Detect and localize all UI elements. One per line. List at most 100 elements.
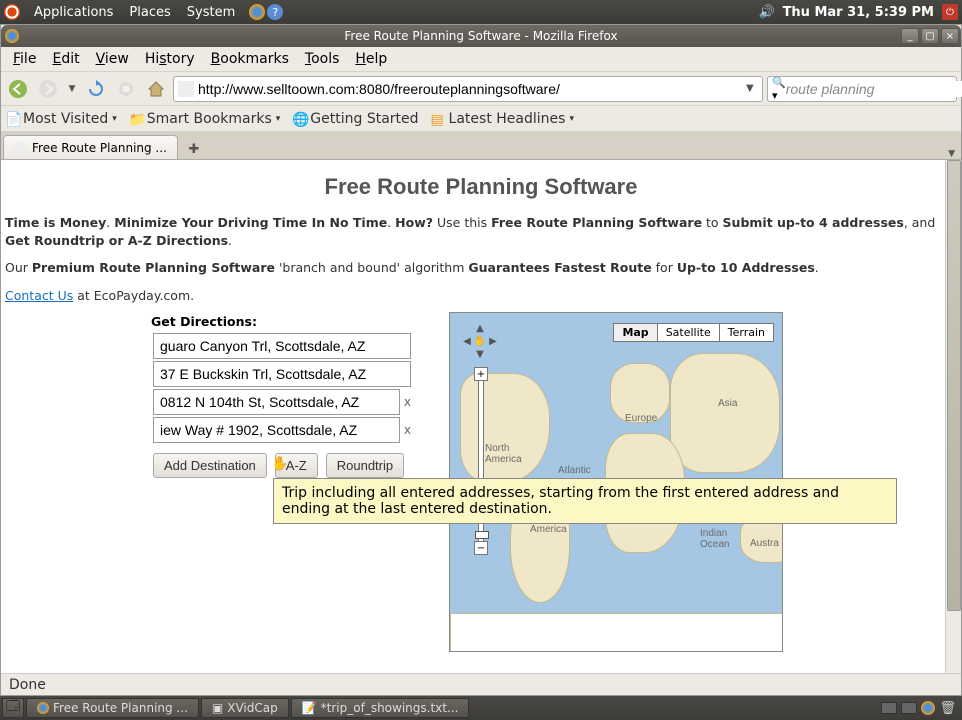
titlebar: Free Route Planning Software - Mozilla F… [1,25,961,47]
task-xvidcap[interactable]: ▣XVidCap [201,698,289,718]
text-editor-icon: 📝 [302,701,317,715]
zoom-handle[interactable] [475,531,489,539]
menu-help[interactable]: Help [347,49,395,69]
gnome-menu-applications[interactable]: Applications [26,5,121,20]
gnome-menu-places[interactable]: Places [121,5,178,20]
remove-address-4[interactable]: x [404,423,411,437]
menu-view[interactable]: View [88,49,137,69]
search-input[interactable] [786,81,962,97]
firefox-window: Free Route Planning Software - Mozilla F… [0,24,962,696]
pan-up-icon[interactable]: ▲ [473,321,487,335]
search-engine-icon[interactable]: 🔍▾ [772,81,786,97]
back-button[interactable] [5,76,31,102]
tooltip: Trip including all entered addresses, st… [273,478,897,524]
tabs-dropdown-icon[interactable]: ▼ [942,149,961,159]
task-firefox[interactable]: Free Route Planning ... [26,698,199,718]
folder-icon: 📄 [5,112,19,126]
tab-favicon [14,142,26,154]
ubuntu-logo-icon [4,4,20,20]
minimize-button[interactable]: _ [901,28,919,44]
home-button[interactable] [143,76,169,102]
menu-tools[interactable]: Tools [297,49,348,69]
forward-button [35,76,61,102]
address-input-4[interactable] [153,417,400,443]
volume-icon[interactable]: 🔊 [759,4,775,20]
reload-button[interactable] [83,76,109,102]
pan-right-icon[interactable]: ▶ [486,334,500,348]
roundtrip-button[interactable]: Roundtrip [326,453,404,478]
content-area: Free Route Planning Software Time is Mon… [1,160,961,673]
map-tab-satellite[interactable]: Satellite [658,323,720,342]
bookmark-smart[interactable]: 📁Smart Bookmarks▾ [129,111,281,127]
tabstrip: Free Route Planning ... ✚ ▼ [1,132,961,160]
map-label-atlantic: Atlantic [558,465,591,476]
status-text: Done [9,677,46,693]
zoom-out-button[interactable]: − [474,541,488,555]
address-input-1[interactable] [153,333,411,359]
contact-paragraph: Contact Us at EcoPayday.com. [5,287,957,305]
menu-file[interactable]: File [5,49,44,69]
contact-us-link[interactable]: Contact Us [5,288,73,303]
gnome-top-panel: Applications Places System ? 🔊 Thu Mar 3… [0,0,962,24]
firefox-launcher-icon[interactable] [249,4,265,20]
cursor-icon: ✋ [271,456,288,472]
site-favicon [178,81,194,97]
rss-icon: ▤ [431,112,445,126]
tab-active[interactable]: Free Route Planning ... [3,135,178,159]
add-destination-button[interactable]: Add Destination [153,453,267,478]
map-label-asia: Asia [718,398,737,409]
workspace-1[interactable] [881,702,897,714]
bookmark-latest-headlines[interactable]: ▤Latest Headlines▾ [431,111,574,127]
zoom-in-button[interactable]: + [474,367,488,381]
firefox-icon [5,29,19,43]
window-title: Free Route Planning Software - Mozilla F… [344,29,617,43]
address-input-3[interactable] [153,389,400,415]
task-gedit[interactable]: 📝*trip_of_showings.txt... [291,698,470,718]
menu-edit[interactable]: Edit [44,49,87,69]
pan-down-icon[interactable]: ▼ [473,347,487,361]
remove-address-3[interactable]: x [404,395,411,409]
shutdown-icon[interactable]: ⏻ [942,4,958,20]
close-button[interactable]: × [941,28,959,44]
gnome-menu-system[interactable]: System [179,5,243,20]
map-zoom-control[interactable]: + − [474,367,488,567]
urlbar-dropdown-icon[interactable]: ▼ [746,83,758,94]
bookmark-most-visited[interactable]: 📄Most Visited▾ [5,111,117,127]
map-label-na: North America [485,443,522,465]
new-tab-button[interactable]: ✚ [182,139,206,159]
pan-left-icon[interactable]: ◀ [460,334,474,348]
bookmark-getting-started[interactable]: 🌐Getting Started [292,111,418,127]
map-tab-terrain[interactable]: Terrain [720,323,774,342]
intro-paragraph-2: Our Premium Route Planning Software 'bra… [5,259,957,277]
menu-history[interactable]: History [137,49,203,69]
map-label-aus: Austra [750,538,779,549]
firefox-tray-icon[interactable] [921,701,935,715]
bookmarks-toolbar: 📄Most Visited▾ 📁Smart Bookmarks▾ 🌐Gettin… [1,106,961,132]
app-icon: ▣ [212,701,223,715]
url-input[interactable] [198,81,746,97]
show-desktop-button[interactable]: 🗔 [2,698,24,718]
menu-bookmarks[interactable]: Bookmarks [203,49,297,69]
urlbar[interactable]: ▼ [173,76,763,102]
maximize-button[interactable]: ▢ [921,28,939,44]
folder-icon: 📁 [129,112,143,126]
searchbox[interactable]: 🔍▾ 🔍 [767,76,957,102]
map-label-indian: Indian Ocean [700,528,729,550]
page-heading: Free Route Planning Software [5,174,957,200]
pan-center-icon[interactable]: ✋ [473,334,487,348]
stop-button [113,76,139,102]
menubar: File Edit View History Bookmarks Tools H… [1,47,961,72]
history-dropdown[interactable]: ▼ [65,76,79,102]
address-input-2[interactable] [153,361,411,387]
statusbar: Done [1,673,961,695]
intro-paragraph-1: Time is Money. Minimize Your Driving Tim… [5,214,957,249]
gnome-bottom-panel: 🗔 Free Route Planning ... ▣XVidCap 📝*tri… [0,696,962,720]
map-tab-map[interactable]: Map [613,323,657,342]
trash-icon[interactable]: 🗑 [939,701,956,716]
tab-label: Free Route Planning ... [32,141,167,155]
page-icon: 🌐 [292,112,306,126]
workspace-2[interactable] [901,702,917,714]
map-pan-control[interactable]: ▲ ◀ ✋ ▶ ▼ [460,321,500,361]
clock[interactable]: Thu Mar 31, 5:39 PM [783,5,934,20]
help-launcher-icon[interactable]: ? [267,4,283,20]
